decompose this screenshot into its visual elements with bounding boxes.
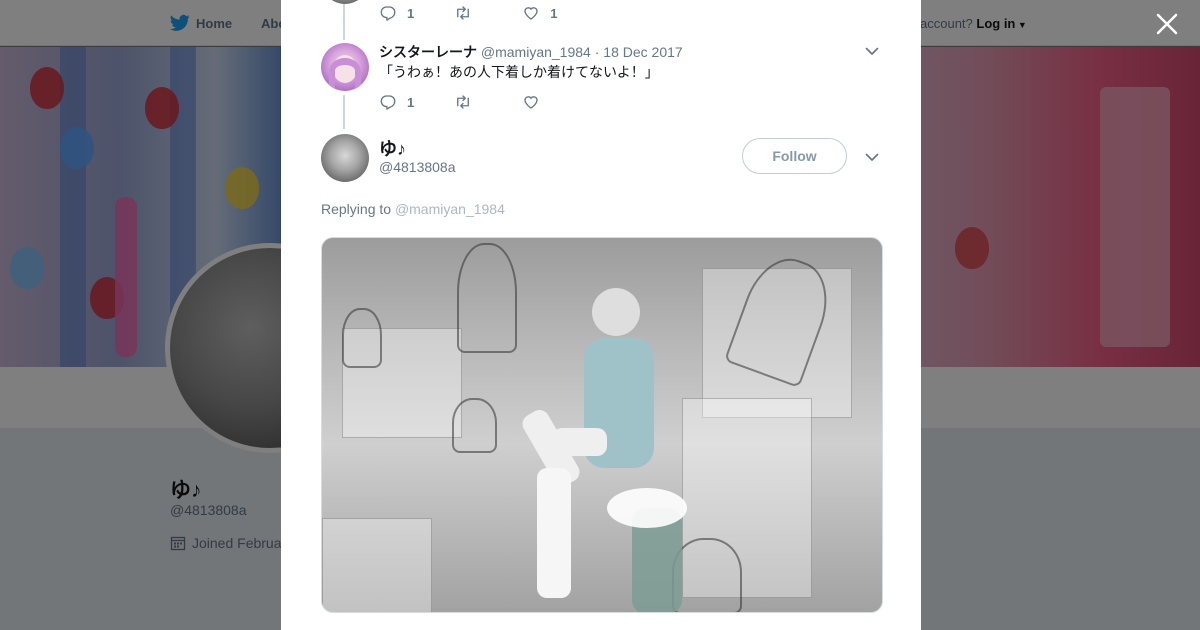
tweet-modal: 1 1 シスターレーナ @mamiyan_1984 · 18 Dec 2017 …	[281, 0, 921, 630]
replying-to: Replying to @mamiyan_1984	[321, 201, 505, 217]
reply-tweet-text: 「うわぁ！あの人下着しか着けてないよ！」	[379, 64, 659, 80]
reply-author-handle[interactable]: @mamiyan_1984	[481, 44, 591, 60]
retweet-icon	[457, 95, 470, 109]
heart-icon	[524, 7, 538, 20]
heart-icon	[524, 96, 538, 109]
tweet-photo[interactable]	[321, 237, 883, 613]
thread-line-lower	[343, 95, 345, 129]
main-author-handle[interactable]: @4813808a	[379, 159, 456, 175]
reply-tweet-avatar[interactable]	[321, 43, 369, 91]
close-icon[interactable]	[1155, 12, 1179, 36]
retweet-icon	[457, 6, 470, 20]
reply-separator: ·	[594, 44, 600, 60]
reply-tweet-actions: 1	[379, 92, 590, 112]
replying-prefix: Replying to	[321, 201, 392, 217]
reply-icon	[380, 6, 396, 21]
replying-mention[interactable]: @mamiyan_1984	[395, 201, 505, 217]
reply-tweet-header: シスターレーナ @mamiyan_1984 · 18 Dec 2017	[379, 42, 683, 62]
reply-icon	[380, 95, 396, 110]
chevron-down-icon[interactable]	[864, 149, 880, 165]
parent-tweet-avatar[interactable]	[321, 0, 369, 4]
like-count: 1	[550, 5, 558, 21]
main-tweet-avatar[interactable]	[321, 134, 369, 182]
retweet-button[interactable]	[454, 93, 482, 111]
reply-author-name[interactable]: シスターレーナ	[379, 44, 477, 60]
thread-line	[343, 0, 345, 40]
main-author-name[interactable]: ゆ♪	[379, 135, 406, 161]
chevron-down-icon[interactable]	[864, 43, 880, 59]
like-button[interactable]	[522, 93, 550, 111]
like-button[interactable]: 1	[522, 4, 557, 22]
reply-date[interactable]: 18 Dec 2017	[603, 44, 682, 60]
parent-tweet-actions: 1 1	[379, 3, 597, 23]
reply-count: 1	[407, 5, 415, 21]
follow-button[interactable]: Follow	[742, 138, 847, 174]
reply-button[interactable]: 1	[379, 4, 414, 22]
reply-count: 1	[407, 94, 415, 110]
retweet-button[interactable]	[454, 4, 482, 22]
reply-button[interactable]: 1	[379, 93, 414, 111]
reply-avatar-art	[329, 55, 361, 91]
